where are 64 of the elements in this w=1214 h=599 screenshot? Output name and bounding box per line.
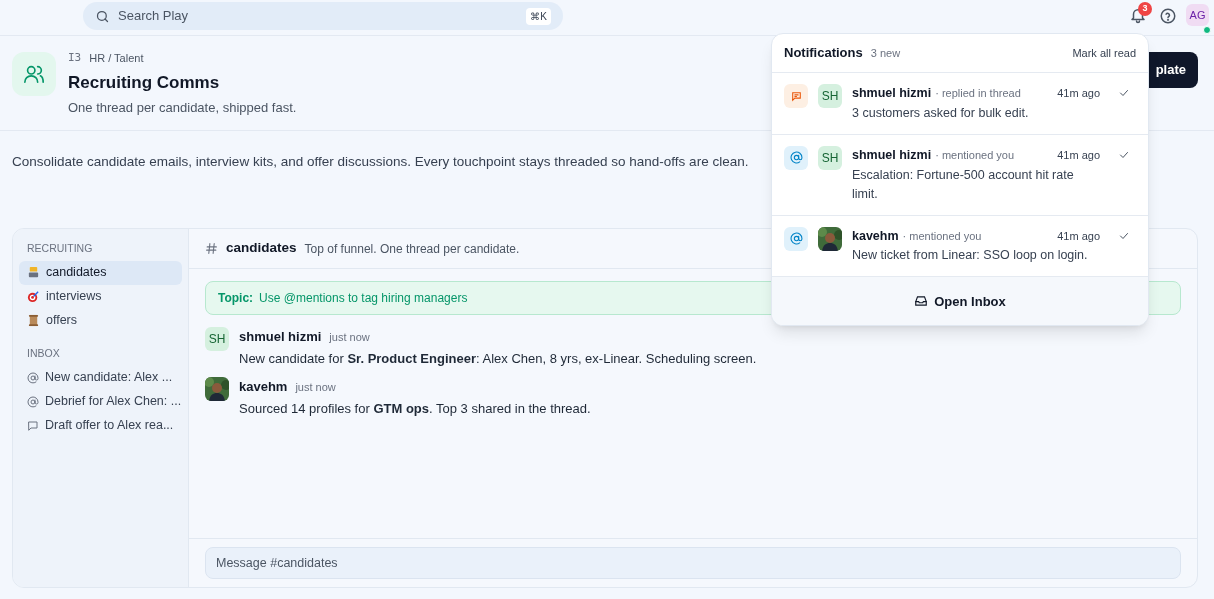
breadcrumb: HR / Talent [89,51,144,66]
message-input[interactable]: Message #candidates [205,547,1181,579]
channel-description: Top of funnel. One thread per candidate. [304,240,520,258]
message-text: New candidate for Sr. Product Engineer: Alex Chen, 8 yrs, ex-Linear. Scheduling screen. [239,349,757,368]
user-avatar[interactable]: AG [1186,4,1209,26]
page-subtitle: One thread per candidate, shipped fast. [68,99,297,117]
author-name: kavehm [852,227,899,245]
author-name: kavehm [239,378,288,396]
notification-badge: 3 [1138,2,1152,16]
open-inbox-button[interactable]: Open Inbox [772,277,1148,326]
author-name: shmuel hizmi [239,328,322,346]
avatar: SH [818,84,842,108]
avatar: SH [818,145,842,170]
section-heading: RECRUITING [26,241,94,256]
people-icon [12,52,56,96]
topic-text: Use @mentions to tag hiring managers [259,290,468,307]
action-text: · mentioned you [902,228,983,244]
hash-icon [205,242,218,255]
bell-icon [1129,6,1147,24]
code-label: I3 [68,50,82,66]
scroll-icon [27,314,40,328]
shortcut-hint: ⌘K [526,7,551,25]
page-title: Recruiting Comms [68,71,221,94]
description: Consolidate candidate emails, interview kits, and offer discussions. Every touchpoint stays threaded so hand-offs are clean. [12,153,750,171]
notification-text: 3 customers asked for bulk edit. [852,104,1030,122]
message-text: Sourced 14 profiles for GTM ops. Top 3 shared in the thread. [239,399,591,418]
action-text: · replied in thread [935,86,1022,101]
sidebar-item[interactable]: interviews [19,284,182,309]
at-icon [27,371,39,384]
new-count: 3 new [870,45,902,61]
sidebar-item[interactable]: candidates [19,260,182,285]
timestamp: just now [329,330,370,345]
notification-item[interactable]: SH shmuel hizmi · mentioned you 41m ago Escalation: Fortune-500 account hit rate limit. [772,134,1148,216]
timestamp: 41m ago [1057,228,1100,244]
channel-name: candidates [226,239,297,258]
at-icon [27,395,39,408]
sidebar-item[interactable]: Draft offer to Alex rea... [19,413,182,438]
action-text: · mentioned you [935,147,1016,163]
avatar: SH [205,327,229,351]
timestamp: 41m ago [1057,86,1100,101]
inbox-icon [914,294,929,309]
speech-bubble-icon [27,419,39,432]
sidebar-item[interactable]: New candidate: Alex ... [19,365,182,390]
help-icon[interactable] [1159,7,1177,25]
timestamp: 41m ago [1057,147,1100,163]
search-placeholder: Search Play [118,7,190,26]
sidebar-item[interactable]: offers [19,308,182,333]
check-icon[interactable] [1118,87,1130,99]
at-icon [784,226,808,251]
author-name: shmuel hizmi [852,85,932,102]
section-heading: INBOX [26,345,61,361]
speech-bubble-icon [784,84,808,108]
timestamp: just now [295,380,336,395]
notification-item[interactable]: SH shmuel hizmi · replied in thread 41m ago 3 customers asked for bulk edit. [772,73,1148,135]
topic-label: Topic: [218,290,254,307]
notification-text: Escalation: Fortune-500 account hit rate limit. [852,166,1075,203]
search-field[interactable]: Search Play ⌘K [83,2,563,30]
popover-title: Notifications [784,44,863,63]
at-icon [784,145,808,170]
sidebar-item[interactable]: Debrief for Alex Chen: ... [19,389,182,414]
notification-text: New ticket from Linear: SSO loop on login. [852,247,1089,265]
search-icon [95,8,110,24]
target-icon [27,290,40,304]
author-name: shmuel hizmi [852,146,932,164]
